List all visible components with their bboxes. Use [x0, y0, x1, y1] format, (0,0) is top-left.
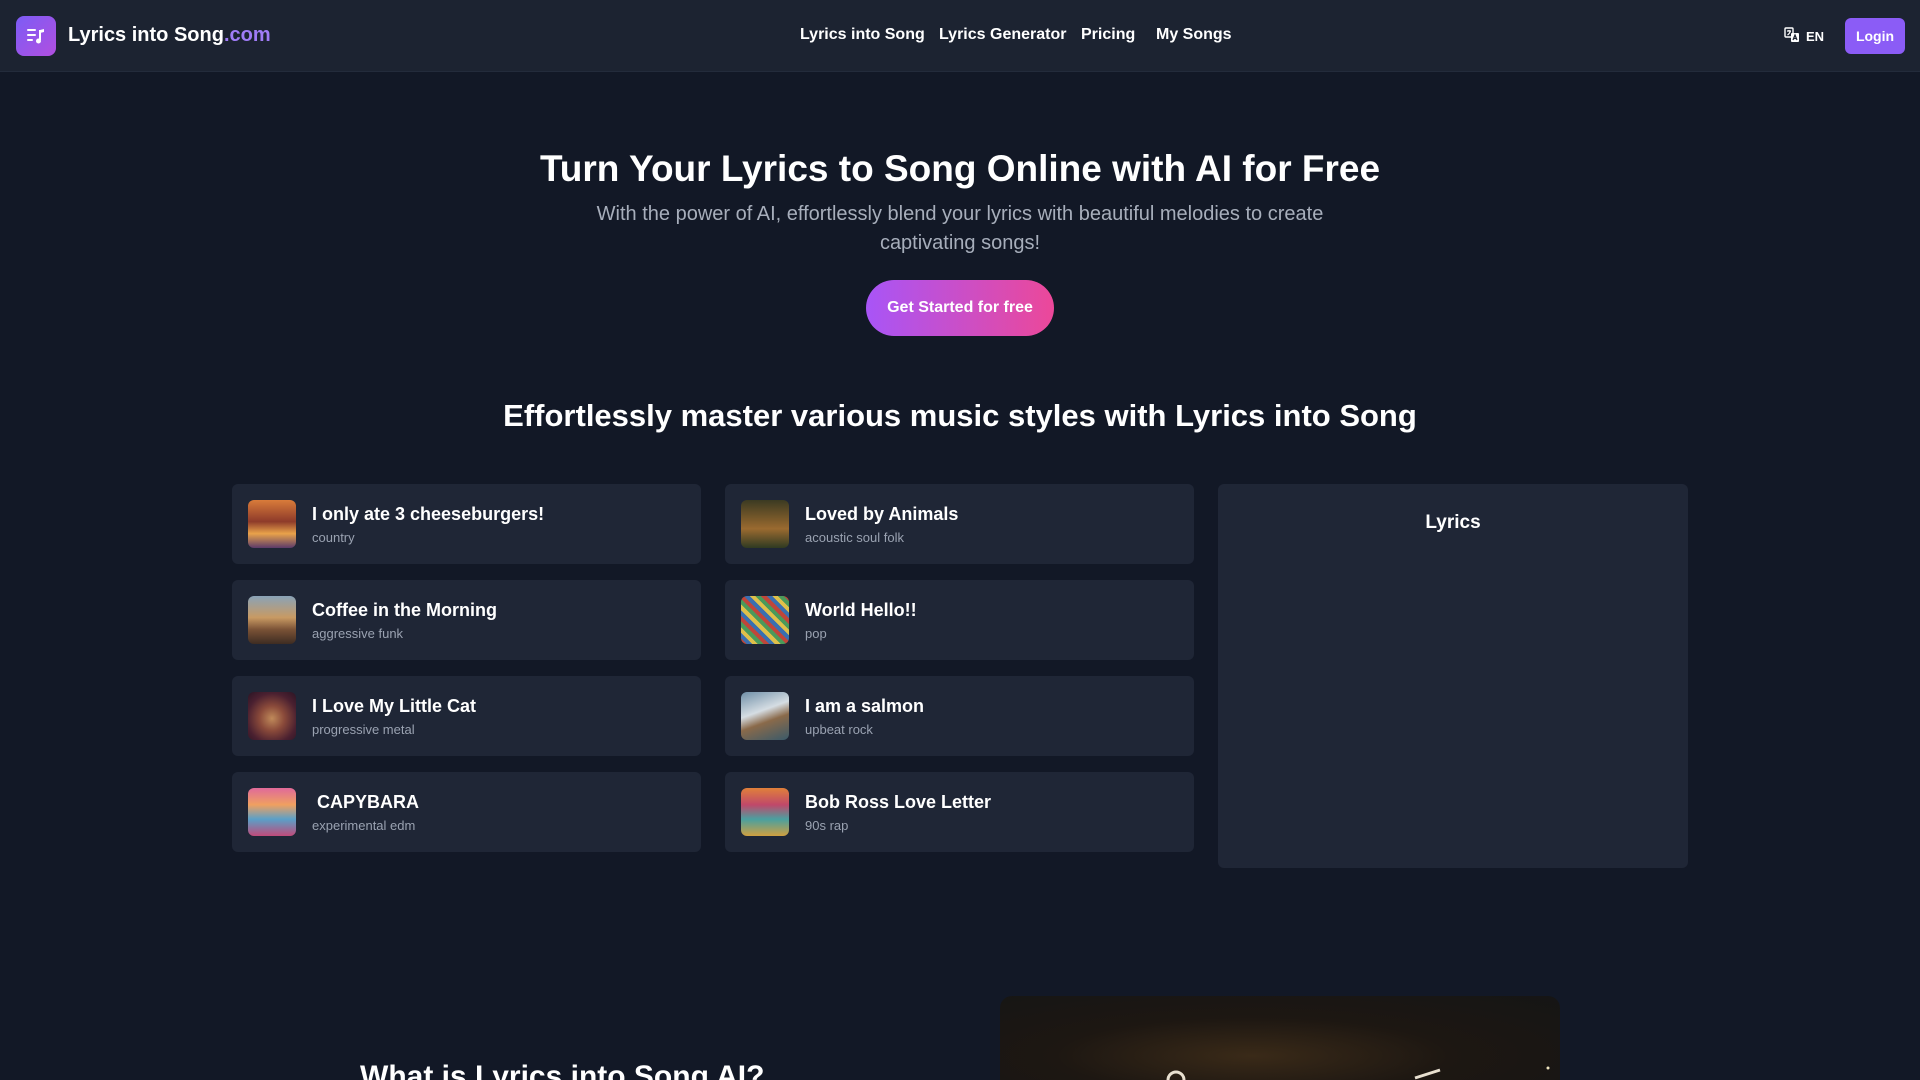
song-card[interactable]: Loved by Animals acoustic soul folk [725, 484, 1194, 564]
song-card[interactable]: I only ate 3 cheeseburgers! country [232, 484, 701, 564]
song-title: I am a salmon [805, 696, 925, 716]
song-style: aggressive funk [312, 626, 404, 641]
song-title: I Love My Little Cat [312, 696, 477, 716]
song-style: country [312, 530, 355, 545]
song-card[interactable]: Bob Ross Love Letter 90s rap [725, 772, 1194, 852]
song-cover-image [248, 596, 296, 644]
song-style: pop [805, 626, 827, 641]
song-cover-image [741, 596, 789, 644]
song-card[interactable]: I Love My Little Cat progressive metal [232, 676, 701, 756]
song-title: Coffee in the Morning [312, 600, 497, 620]
get-started-button[interactable]: Get Started for free [866, 280, 1054, 336]
nav-lyrics-generator[interactable]: Lyrics Generator [939, 26, 1066, 44]
song-style: experimental edm [312, 818, 416, 833]
song-card[interactable]: Coffee in the Morning aggressive funk [232, 580, 701, 660]
song-card[interactable]: World Hello!! pop [725, 580, 1194, 660]
song-cover-image [248, 788, 296, 836]
video-preview-graphic [1166, 1066, 1550, 1080]
song-title: I only ate 3 cheeseburgers! [312, 504, 545, 524]
song-style: upbeat rock [805, 722, 873, 737]
intro-video[interactable] [1000, 996, 1560, 1080]
song-card[interactable]: CAPYBARA experimental edm [232, 772, 701, 852]
song-style: progressive metal [312, 722, 415, 737]
song-title: Loved by Animals [805, 504, 959, 524]
song-cover-image [741, 692, 789, 740]
lyrics-panel: Lyrics [1218, 484, 1688, 868]
song-cover-image [741, 500, 789, 548]
song-style: acoustic soul folk [805, 530, 904, 545]
song-cover-image [248, 500, 296, 548]
main-nav: Lyrics into Song Lyrics Generator Pricin… [0, 26, 1920, 46]
language-label: EN [1806, 29, 1825, 44]
about-section-title: What is Lyrics into Song AI? [360, 1060, 765, 1080]
hero-title: Turn Your Lyrics to Song Online with AI … [539, 148, 1381, 189]
song-title: Bob Ross Love Letter [805, 792, 992, 812]
song-title: World Hello!! [805, 600, 917, 620]
nav-pricing[interactable]: Pricing [1081, 26, 1135, 44]
song-cover-image [248, 692, 296, 740]
song-title: CAPYBARA [312, 792, 420, 812]
song-card[interactable]: I am a salmon upbeat rock [725, 676, 1194, 756]
hero-subtitle: With the power of AI, effortlessly blend… [596, 203, 1324, 254]
song-cover-image [741, 788, 789, 836]
styles-section-title: Effortlessly master various music styles… [503, 398, 1417, 433]
translate-icon [1784, 27, 1800, 46]
site-header: Lyrics into Song.com Lyrics into Song Ly… [0, 0, 1920, 72]
language-selector[interactable]: EN [1784, 27, 1824, 46]
song-style: 90s rap [805, 818, 849, 833]
login-button[interactable]: Login [1845, 18, 1905, 54]
nav-my-songs[interactable]: My Songs [1156, 26, 1232, 44]
nav-lyrics-into-song[interactable]: Lyrics into Song [800, 26, 925, 44]
lyrics-title: Lyrics [1425, 512, 1481, 533]
